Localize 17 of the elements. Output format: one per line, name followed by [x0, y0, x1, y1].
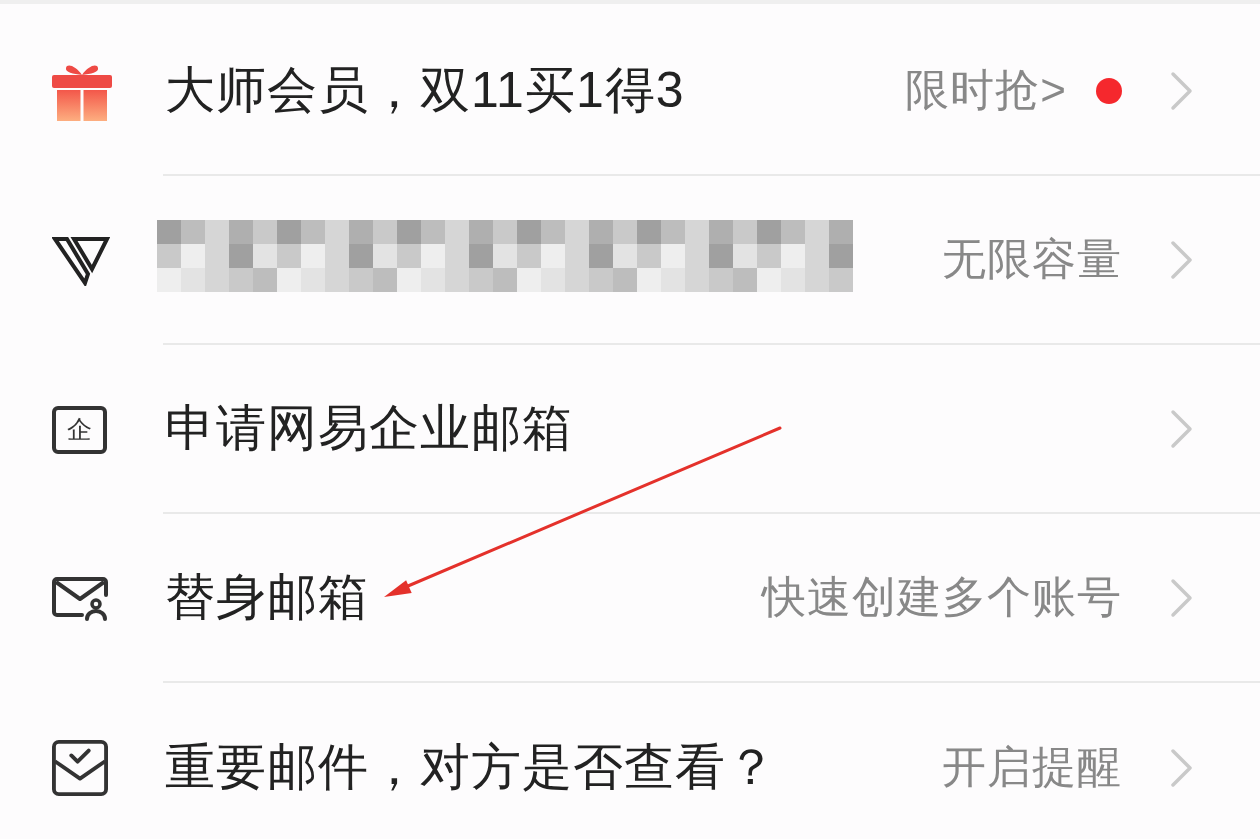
chevron-icon[interactable] — [1170, 747, 1194, 788]
item-detail: 限时抢> — [905, 64, 1067, 116]
item-title: 替身邮箱 — [165, 568, 369, 627]
item-title: 申请网易企业邮箱 — [165, 399, 573, 458]
item-detail: 快速创建多个账号 — [762, 571, 1122, 623]
v-logo-icon — [52, 235, 110, 286]
envelope-person-icon — [52, 576, 110, 621]
enterprise-icon: 企 — [52, 405, 107, 454]
chevron-icon[interactable] — [1170, 577, 1194, 618]
chevron-icon[interactable] — [1170, 239, 1194, 280]
chevron-icon[interactable] — [1170, 70, 1194, 111]
item-detail: 无限容量 — [942, 233, 1122, 285]
chevron-icon[interactable] — [1170, 408, 1194, 449]
item-title: 重要邮件，对方是否查看？ — [165, 738, 777, 797]
envelope-check-icon — [52, 739, 108, 796]
item-detail: 开启提醒 — [942, 741, 1122, 793]
item-title: 大师会员，双11买1得3 — [165, 61, 685, 120]
